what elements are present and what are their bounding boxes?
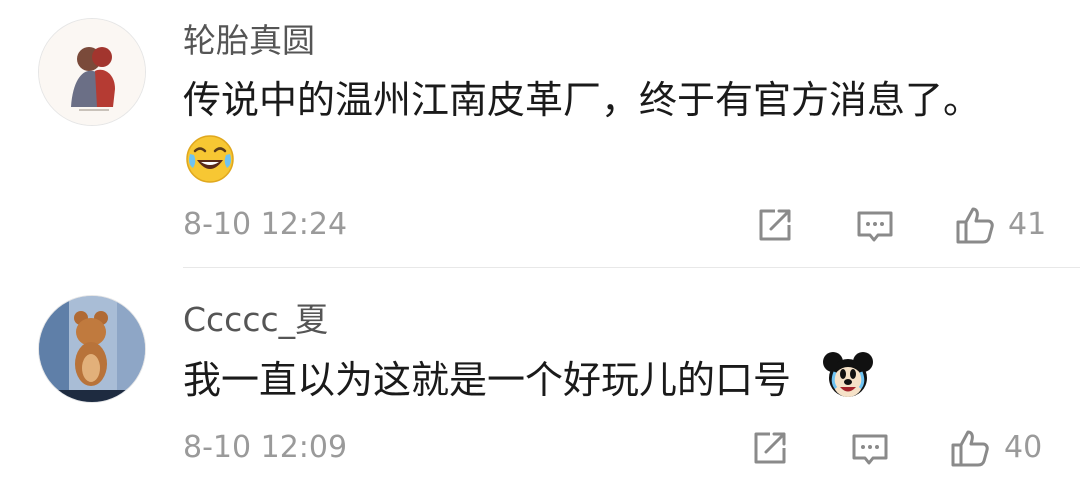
- avatar[interactable]: [38, 295, 146, 403]
- thumbs-up-icon[interactable]: [955, 205, 995, 245]
- share-icon[interactable]: [750, 428, 790, 468]
- comment-icon[interactable]: [850, 428, 890, 468]
- comment-item: Ccccc_夏 我一直以为这就是一个好玩儿的口号 8-10 12:09 40: [0, 268, 1080, 493]
- comment-icon[interactable]: [855, 205, 895, 245]
- like-count: 41: [1008, 207, 1047, 242]
- comment-text: 传说中的温州江南皮革厂，终于有官方消息了。: [183, 78, 982, 122]
- comment-text: 我一直以为这就是一个好玩儿的口号: [183, 358, 792, 402]
- timestamp: 8-10 12:09: [183, 430, 348, 465]
- share-icon[interactable]: [755, 205, 795, 245]
- username[interactable]: Ccccc_夏: [183, 300, 328, 340]
- username[interactable]: 轮胎真圆: [183, 21, 315, 61]
- like-count: 40: [1004, 430, 1043, 465]
- comment-item: 轮胎真圆 传说中的温州江南皮革厂，终于有官方消息了。 8-10 12:24 41: [0, 0, 1080, 268]
- thumbs-up-icon[interactable]: [950, 428, 990, 468]
- timestamp: 8-10 12:24: [183, 207, 348, 242]
- avatar[interactable]: [38, 18, 146, 126]
- laughing-crying-emoji-icon: [186, 135, 234, 183]
- avatar-image: [39, 19, 145, 125]
- avatar-image: [39, 296, 145, 402]
- mickey-mouse-emoji-icon: [823, 352, 873, 397]
